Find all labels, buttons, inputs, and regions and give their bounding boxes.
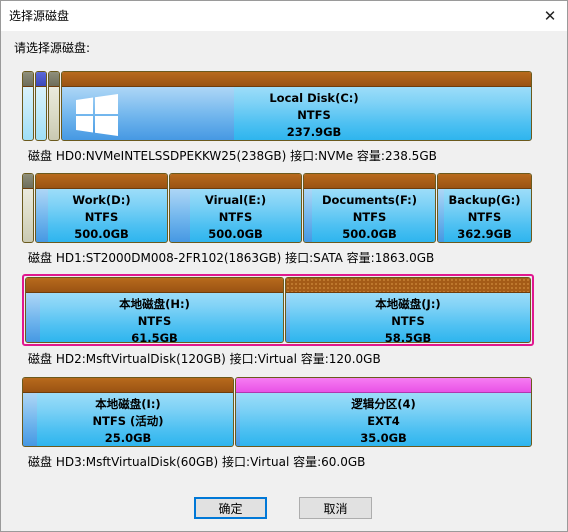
partition-hd1-1[interactable] bbox=[22, 173, 34, 243]
partition-fs: NTFS bbox=[391, 314, 425, 328]
partition-hd0-2[interactable] bbox=[35, 71, 47, 141]
partition-size: 500.0GB bbox=[208, 227, 263, 241]
partition-name: 本地磁盘(H:) bbox=[119, 297, 190, 311]
partition-size: 362.9GB bbox=[457, 227, 512, 241]
partition-hd2-j[interactable]: 本地磁盘(J:) NTFS 58.5GB bbox=[285, 277, 531, 343]
disk-row-hd0[interactable]: Local Disk(C:) NTFS 237.9GB bbox=[22, 71, 532, 145]
partition-hd2-h[interactable]: 本地磁盘(H:) NTFS 61.5GB bbox=[25, 277, 284, 343]
ok-button[interactable]: 确定 bbox=[194, 497, 267, 519]
disk-label-hd3: 磁盘 HD3:MsftVirtualDisk(60GB) 接口:Virtual … bbox=[28, 455, 366, 469]
window-title: 选择源磁盘 bbox=[9, 9, 70, 23]
partition-fs: NTFS (活动) bbox=[92, 414, 164, 428]
partition-name: Documents(F:) bbox=[321, 193, 418, 207]
disk-row-hd1[interactable]: Work(D:) NTFS 500.0GB Virual(E:) NTFS 50… bbox=[22, 173, 532, 247]
partition-size: 237.9GB bbox=[286, 125, 342, 139]
close-icon[interactable]: ✕ bbox=[533, 1, 567, 31]
partition-fs: NTFS bbox=[352, 210, 387, 224]
partition-fs: EXT4 bbox=[367, 414, 400, 428]
partition-name: Backup(G:) bbox=[448, 193, 521, 207]
cancel-button[interactable]: 取消 bbox=[299, 497, 372, 519]
partition-fs: NTFS bbox=[297, 108, 331, 122]
partition-size: 35.0GB bbox=[360, 431, 407, 445]
partition-name: Work(D:) bbox=[72, 193, 131, 207]
partition-hd1-g[interactable]: Backup(G:) NTFS 362.9GB bbox=[437, 173, 532, 243]
partition-fs: NTFS bbox=[218, 210, 253, 224]
partition-name: 本地磁盘(I:) bbox=[95, 397, 161, 411]
disk-label-hd2: 磁盘 HD2:MsftVirtualDisk(120GB) 接口:Virtual… bbox=[28, 352, 381, 366]
partition-hd1-f[interactable]: Documents(F:) NTFS 500.0GB bbox=[303, 173, 436, 243]
disk-row-hd3[interactable]: 本地磁盘(I:) NTFS (活动) 25.0GB 逻辑分区(4) EXT4 3… bbox=[22, 377, 532, 451]
title-bar: 选择源磁盘 ✕ bbox=[1, 1, 567, 31]
partition-size: 58.5GB bbox=[384, 331, 432, 343]
partition-hd3-ext4[interactable]: 逻辑分区(4) EXT4 35.0GB bbox=[235, 377, 532, 447]
partition-hd0-3[interactable] bbox=[48, 71, 60, 141]
partition-name: 本地磁盘(J:) bbox=[375, 297, 441, 311]
disk-row-hd2[interactable]: 本地磁盘(H:) NTFS 61.5GB 本地磁盘(J:) NTFS 58.5G… bbox=[22, 274, 534, 346]
partition-name: Local Disk(C:) bbox=[269, 91, 359, 105]
partition-hd1-d[interactable]: Work(D:) NTFS 500.0GB bbox=[35, 173, 168, 243]
partition-size: 500.0GB bbox=[74, 227, 129, 241]
partition-size: 61.5GB bbox=[131, 331, 178, 343]
disk-label-hd0: 磁盘 HD0:NVMeINTELSSDPEKKW25(238GB) 接口:NVM… bbox=[28, 149, 437, 163]
partition-hd0-1[interactable] bbox=[22, 71, 34, 141]
partition-fs: NTFS bbox=[84, 210, 119, 224]
partition-name: 逻辑分区(4) bbox=[351, 397, 416, 411]
partition-fs: NTFS bbox=[137, 314, 172, 328]
partition-size: 25.0GB bbox=[104, 431, 152, 445]
partition-name: Virual(E:) bbox=[204, 193, 267, 207]
partition-hd3-i[interactable]: 本地磁盘(I:) NTFS (活动) 25.0GB bbox=[22, 377, 234, 447]
disk-label-hd1: 磁盘 HD1:ST2000DM008-2FR102(1863GB) 接口:SAT… bbox=[28, 251, 435, 265]
select-source-disk-dialog: 选择源磁盘 ✕ 请选择源磁盘: Local Disk(C:) NTFS 237.… bbox=[0, 0, 568, 532]
prompt-label: 请选择源磁盘: bbox=[14, 41, 91, 55]
partition-fs: NTFS bbox=[467, 210, 502, 224]
partition-hd0-c[interactable]: Local Disk(C:) NTFS 237.9GB bbox=[61, 71, 532, 141]
partition-hd1-e[interactable]: Virual(E:) NTFS 500.0GB bbox=[169, 173, 302, 243]
partition-size: 500.0GB bbox=[342, 227, 397, 241]
